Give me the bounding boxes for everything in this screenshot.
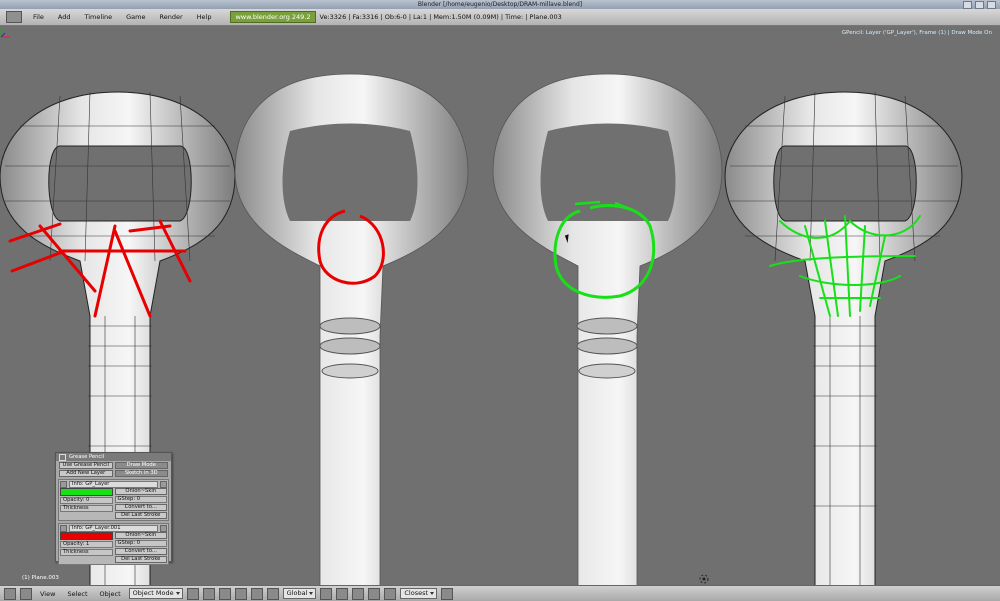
- key-model-4[interactable]: [724, 91, 963, 585]
- sketch-in-3d-toggle[interactable]: Sketch in 3D: [114, 470, 168, 477]
- snap-magnet-icon[interactable]: [384, 587, 397, 600]
- window-title: Blender [/home/eugenio/Desktop/DRAM-mill…: [417, 1, 583, 8]
- draw-mode-toggle[interactable]: Draw Mode: [114, 462, 168, 469]
- snap-target-dropdown[interactable]: Closest: [400, 588, 438, 599]
- panel-header[interactable]: Grease Pencil: [56, 453, 171, 461]
- scene-stats: Ve:3326 | Fa:3316 | Ob:6-0 | La:1 | Mem:…: [319, 13, 562, 21]
- blender-site-link[interactable]: www.blender.org 249.2: [230, 11, 316, 23]
- pivot-point-icon[interactable]: [202, 587, 215, 600]
- convert-to-button[interactable]: Convert to...: [114, 548, 167, 555]
- close-icon[interactable]: [987, 1, 996, 9]
- minimize-icon[interactable]: [963, 1, 972, 9]
- onion-skin-toggle[interactable]: Onion~Skin: [114, 532, 167, 539]
- del-last-stroke-button[interactable]: Del Last Stroke: [114, 512, 167, 519]
- menu-select[interactable]: Select: [63, 590, 91, 598]
- layer-buttons-icon[interactable]: [336, 587, 349, 600]
- thickness-slider[interactable]: Thickness: [60, 549, 113, 556]
- 3d-cursor-icon: [699, 574, 709, 584]
- gp-layer-2: Info: GP_Layer.001 Opacity: 1 Thickness …: [58, 523, 169, 565]
- layer-lock-icon[interactable]: [60, 480, 67, 488]
- header-collapse-icon[interactable]: [20, 587, 32, 600]
- scale-manipulator-icon[interactable]: [266, 587, 279, 600]
- window-controls: [963, 1, 996, 9]
- layer-color-swatch[interactable]: [60, 532, 113, 540]
- layer-delete-icon[interactable]: [160, 524, 167, 532]
- translate-manipulator-icon[interactable]: [234, 587, 247, 600]
- gstep-field[interactable]: GStep: 0: [114, 496, 167, 503]
- active-object-label: (1) Plane.003: [22, 575, 59, 581]
- layer-buttons-icon[interactable]: [320, 587, 333, 600]
- opacity-slider[interactable]: Opacity: 1: [60, 541, 113, 548]
- gp-layer-1: Info: GP_Layer Opacity: 0 Thickness Onio…: [58, 479, 169, 521]
- use-grease-pencil-toggle[interactable]: Use Grease Pencil: [59, 462, 113, 469]
- mode-dropdown[interactable]: Object Mode: [128, 588, 183, 599]
- key-model-2[interactable]: [234, 73, 469, 585]
- info-header: File Add Timeline Game Render Help www.b…: [0, 9, 1000, 26]
- grease-pencil-status: GPencil: Layer ('GP_Layer'), Frame (1) |…: [841, 30, 992, 36]
- window-type-icon[interactable]: [6, 11, 22, 23]
- draw-type-icon[interactable]: [186, 587, 199, 600]
- layer-name-field[interactable]: Info: GP_Layer.001: [69, 524, 158, 532]
- panel-close-icon[interactable]: [59, 453, 66, 461]
- maximize-icon[interactable]: [975, 1, 984, 9]
- menu-help[interactable]: Help: [190, 13, 219, 21]
- menu-object[interactable]: Object: [96, 590, 125, 598]
- opacity-slider[interactable]: Opacity: 0: [60, 497, 113, 504]
- rotate-manipulator-icon[interactable]: [250, 587, 263, 600]
- window-title-bar: Blender [/home/eugenio/Desktop/DRAM-mill…: [0, 0, 1000, 9]
- layer-delete-icon[interactable]: [160, 480, 167, 488]
- menu-file[interactable]: File: [26, 13, 51, 21]
- layer-color-swatch[interactable]: [60, 488, 113, 496]
- onion-skin-toggle[interactable]: Onion~Skin: [114, 488, 167, 495]
- del-last-stroke-button[interactable]: Del Last Stroke: [114, 556, 167, 563]
- grease-pencil-panel: Grease Pencil Use Grease Pencil Draw Mod…: [55, 452, 172, 565]
- convert-to-button[interactable]: Convert to...: [114, 504, 167, 511]
- panel-title: Grease Pencil: [69, 454, 105, 460]
- add-new-layer-button[interactable]: Add New Layer: [59, 470, 113, 477]
- render-preview-icon[interactable]: [441, 587, 454, 600]
- menu-timeline[interactable]: Timeline: [77, 13, 119, 21]
- layer-buttons-icon[interactable]: [352, 587, 365, 600]
- window-type-icon[interactable]: [4, 587, 16, 600]
- lock-icon[interactable]: [368, 587, 381, 600]
- manipulator-hand-icon[interactable]: [218, 587, 231, 600]
- orientation-dropdown[interactable]: Global: [282, 588, 317, 599]
- gstep-field[interactable]: GStep: 0: [114, 540, 167, 547]
- menu-game[interactable]: Game: [119, 13, 152, 21]
- layer-lock-icon[interactable]: [60, 524, 67, 532]
- key-model-3[interactable]: [492, 73, 723, 585]
- 3d-view-header: View Select Object Object Mode Global Cl…: [0, 585, 1000, 601]
- menu-render[interactable]: Render: [152, 13, 189, 21]
- menu-view[interactable]: View: [36, 590, 59, 598]
- thickness-slider[interactable]: Thickness: [60, 505, 113, 512]
- menu-add[interactable]: Add: [51, 13, 78, 21]
- axis-gizmo-icon: [0, 28, 10, 38]
- layer-name-field[interactable]: Info: GP_Layer: [69, 480, 158, 488]
